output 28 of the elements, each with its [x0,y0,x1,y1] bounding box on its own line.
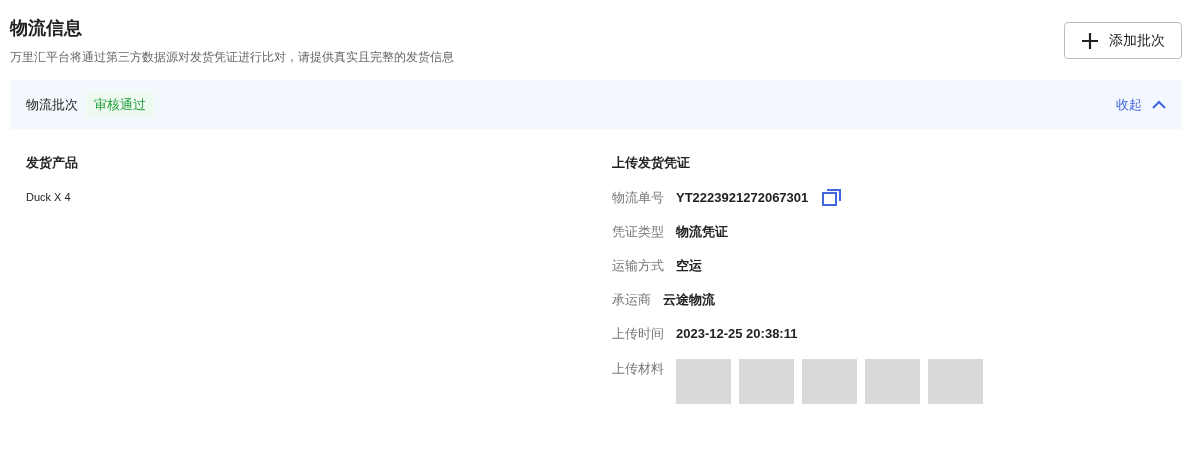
field-label: 上传材料 [612,359,664,378]
proof-title: 上传发货凭证 [612,154,691,172]
image-placeholder[interactable] [676,358,731,404]
add-batch-button[interactable]: 添加批次 [1064,22,1182,59]
field-label: 上传时间 [612,324,664,343]
copy-icon[interactable] [822,189,842,206]
collapse-button[interactable]: 收起 [1116,94,1166,115]
product-item: Duck X 4 [26,189,72,205]
section-title: 物流信息 [10,17,83,40]
chevron-up-icon [1152,100,1166,109]
field-value: 云途物流 [663,290,715,309]
field-label: 凭证类型 [612,222,664,241]
image-placeholder[interactable] [739,358,794,404]
field-label: 物流单号 [612,188,664,207]
image-placeholder[interactable] [802,358,857,404]
field-value: 空运 [676,256,702,275]
field-value: 物流凭证 [676,222,728,241]
field-value: YT2223921272067301 [676,188,809,207]
image-placeholder[interactable] [928,358,983,404]
section-subtitle: 万里汇平台将通过第三方数据源对发货凭证进行比对，请提供真实且完整的发货信息 [10,49,454,66]
field-label: 承运商 [612,290,651,309]
products-title: 发货产品 [26,154,79,172]
field-label: 运输方式 [612,256,664,275]
status-badge: 审核通过 [86,91,154,118]
image-placeholder[interactable] [865,358,920,404]
plus-icon [1081,31,1099,50]
batch-title: 物流批次 [26,95,78,114]
field-value: 2023-12-25 20:38:11 [676,324,798,343]
